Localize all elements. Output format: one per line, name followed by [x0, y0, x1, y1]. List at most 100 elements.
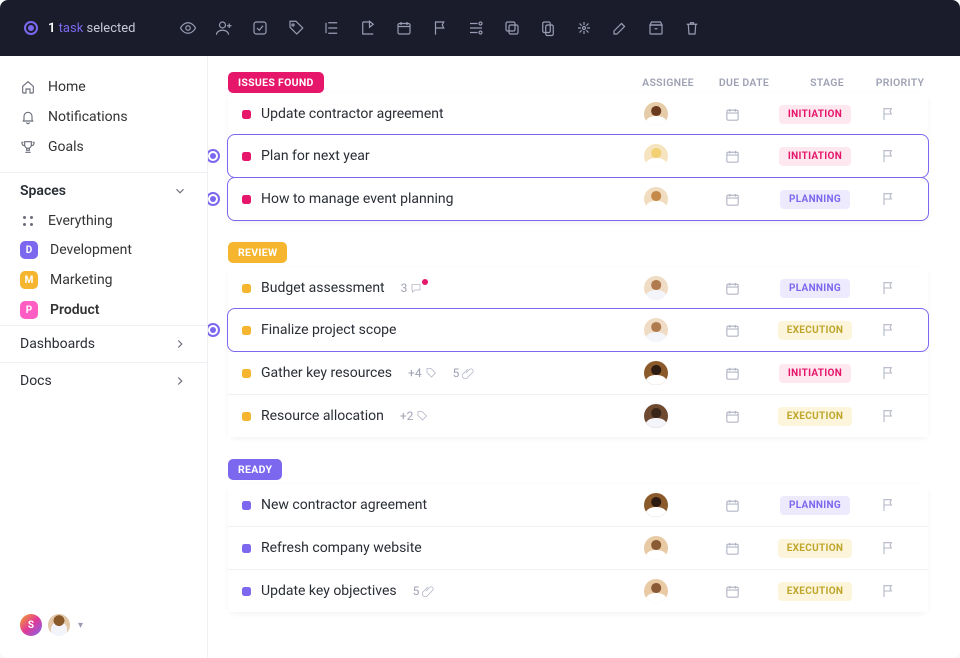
due-date-cell[interactable] — [694, 540, 770, 557]
space-everything[interactable]: Everything — [0, 207, 207, 235]
assignee-avatar[interactable] — [644, 404, 668, 428]
status-square-icon[interactable] — [242, 284, 251, 293]
nav-dashboards[interactable]: Dashboards — [0, 325, 207, 362]
priority-cell[interactable] — [860, 148, 916, 164]
due-date-cell[interactable] — [694, 148, 770, 165]
task-row[interactable]: Budget assessment3 PLANNING — [228, 267, 928, 309]
priority-cell[interactable] — [860, 408, 916, 424]
status-square-icon[interactable] — [242, 412, 251, 421]
stage-badge[interactable]: PLANNING — [780, 496, 850, 515]
status-pill[interactable]: REVIEW — [228, 242, 287, 263]
selection-count-label: 1 task selected — [48, 21, 135, 36]
status-square-icon[interactable] — [242, 110, 251, 119]
status-square-icon[interactable] — [242, 195, 251, 204]
due-date-icon[interactable] — [393, 17, 415, 39]
assignee-avatar[interactable] — [644, 361, 668, 385]
status-square-icon[interactable] — [242, 369, 251, 378]
task-meta[interactable]: 3 — [401, 281, 432, 295]
assignee-avatar[interactable] — [644, 144, 668, 168]
task-row[interactable]: How to manage event planningPLANNING — [227, 177, 929, 221]
delete-icon[interactable] — [681, 17, 703, 39]
due-date-cell[interactable] — [694, 191, 770, 208]
task-row[interactable]: Update key objectives5 EXECUTION — [228, 569, 928, 612]
task-row[interactable]: Finalize project scopeEXECUTION — [227, 308, 929, 352]
space-marketing[interactable]: MMarketing — [0, 265, 207, 295]
task-row[interactable]: Resource allocation+2 EXECUTION — [228, 394, 928, 437]
assign-icon[interactable] — [213, 17, 235, 39]
assignee-avatar[interactable] — [644, 579, 668, 603]
due-date-cell[interactable] — [694, 280, 770, 297]
stage-badge[interactable]: EXECUTION — [778, 539, 853, 558]
nav-notifications[interactable]: Notifications — [0, 102, 207, 132]
task-row[interactable]: Gather key resources+4 5 INITIATION — [228, 351, 928, 394]
sidebar: Home Notifications Goals Spaces Everythi… — [0, 56, 208, 658]
status-square-icon[interactable] — [242, 501, 251, 510]
stage-badge[interactable]: INITIATION — [779, 147, 851, 166]
stage-badge[interactable]: EXECUTION — [778, 582, 853, 601]
task-meta[interactable]: 5 — [453, 366, 475, 380]
watch-icon[interactable] — [177, 17, 199, 39]
priority-flag-icon[interactable] — [429, 17, 451, 39]
task-row[interactable]: Refresh company websiteEXECUTION — [228, 526, 928, 569]
status-square-icon[interactable] — [242, 587, 251, 596]
move-icon[interactable] — [357, 17, 379, 39]
stage-badge[interactable]: INITIATION — [779, 364, 851, 383]
duplicate-icon[interactable] — [537, 17, 559, 39]
due-date-cell[interactable] — [694, 408, 770, 425]
nav-home[interactable]: Home — [0, 72, 207, 102]
selection-dot-icon[interactable] — [208, 323, 220, 337]
task-meta[interactable]: 5 — [413, 584, 435, 598]
status-pill[interactable]: ISSUES FOUND — [228, 72, 324, 93]
due-date-cell[interactable] — [694, 106, 770, 123]
task-meta[interactable]: +4 — [408, 366, 437, 380]
set-fields-icon[interactable] — [465, 17, 487, 39]
space-development[interactable]: DDevelopment — [0, 235, 207, 265]
priority-cell[interactable] — [860, 540, 916, 556]
priority-cell[interactable] — [860, 191, 916, 207]
status-square-icon[interactable] — [242, 152, 251, 161]
edit-icon[interactable] — [609, 17, 631, 39]
assignee-avatar[interactable] — [644, 318, 668, 342]
stage-badge[interactable]: PLANNING — [780, 279, 850, 298]
assignee-avatar[interactable] — [644, 102, 668, 126]
task-row[interactable]: Update contractor agreementINITIATION — [228, 93, 928, 135]
space-product[interactable]: PProduct — [0, 295, 207, 325]
tag-icon[interactable] — [285, 17, 307, 39]
priority-cell[interactable] — [860, 280, 916, 296]
user-switcher[interactable]: S ▾ — [0, 614, 207, 646]
stage-badge[interactable]: PLANNING — [780, 190, 850, 209]
due-date-cell[interactable] — [694, 322, 770, 339]
task-row[interactable]: Plan for next yearINITIATION — [227, 134, 929, 178]
priority-cell[interactable] — [860, 497, 916, 513]
status-pill[interactable]: READY — [228, 459, 282, 480]
stage-badge[interactable]: EXECUTION — [778, 407, 853, 426]
nav-docs[interactable]: Docs — [0, 362, 207, 399]
copy-icon[interactable] — [501, 17, 523, 39]
subtask-icon[interactable] — [321, 17, 343, 39]
assignee-avatar[interactable] — [644, 536, 668, 560]
nav-goals[interactable]: Goals — [0, 132, 207, 162]
priority-cell[interactable] — [860, 322, 916, 338]
task-list-main: ISSUES FOUNDASSIGNEEDUE DATESTAGEPRIORIT… — [208, 56, 960, 658]
stage-badge[interactable]: INITIATION — [779, 105, 851, 124]
assignee-avatar[interactable] — [644, 187, 668, 211]
due-date-cell[interactable] — [694, 497, 770, 514]
priority-cell[interactable] — [860, 583, 916, 599]
spaces-header[interactable]: Spaces — [0, 172, 207, 207]
selection-dot-icon[interactable] — [208, 192, 220, 206]
status-square-icon[interactable] — [242, 544, 251, 553]
assignee-avatar[interactable] — [644, 276, 668, 300]
priority-cell[interactable] — [860, 365, 916, 381]
selection-dot-icon[interactable] — [208, 149, 220, 163]
task-meta[interactable]: +2 — [400, 409, 429, 423]
due-date-cell[interactable] — [694, 583, 770, 600]
status-square-icon[interactable] — [242, 326, 251, 335]
due-date-cell[interactable] — [694, 365, 770, 382]
status-icon[interactable] — [249, 17, 271, 39]
task-row[interactable]: New contractor agreementPLANNING — [228, 484, 928, 526]
assignee-avatar[interactable] — [644, 493, 668, 517]
stage-badge[interactable]: EXECUTION — [778, 321, 853, 340]
archive-icon[interactable] — [645, 17, 667, 39]
dependencies-icon[interactable] — [573, 17, 595, 39]
priority-cell[interactable] — [860, 106, 916, 122]
